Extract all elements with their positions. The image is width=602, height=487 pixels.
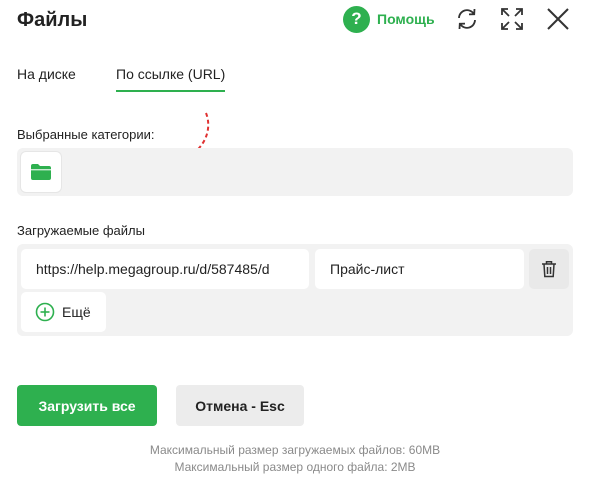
categories-box[interactable] [17,148,573,196]
refresh-icon [458,8,476,30]
tab-by-url[interactable]: По ссылке (URL) [116,66,226,92]
delete-file-button[interactable] [529,249,569,289]
tab-on-disk[interactable]: На диске [17,66,76,92]
add-more-button[interactable]: Ещё [21,292,106,332]
upload-all-button[interactable]: Загрузить все [17,385,157,426]
cancel-button[interactable]: Отмена - Esc [176,385,304,426]
close-button[interactable] [544,5,572,33]
help-icon: ? [343,5,370,33]
dialog-content: Выбранные категории: Загружаемые файлы h… [0,92,602,487]
files-box: Ещё [17,244,573,336]
file-name-input[interactable] [315,249,524,289]
plus-circle-icon [35,302,55,322]
single-file-limit: Максимальный размер одного файла: 2MB [174,460,416,474]
file-url-input[interactable] [21,249,309,289]
select-category-button[interactable] [21,152,61,192]
files-label: Загружаемые файлы [17,223,145,238]
fullscreen-button[interactable] [498,5,526,33]
fullscreen-icon [501,8,523,30]
refresh-button[interactable] [453,5,481,33]
upload-limits: Максимальный размер загружаемых файлов: … [0,442,590,476]
dialog-title: Файлы [17,9,88,31]
close-icon [547,8,569,30]
categories-label: Выбранные категории: [17,127,155,142]
add-more-label: Ещё [62,304,91,320]
help-label: Помощь [377,11,435,27]
tab-bar: На диске По ссылке (URL) [0,62,602,92]
trash-icon [542,261,556,278]
total-size-limit: Максимальный размер загружаемых файлов: … [149,443,441,457]
dialog-header: Файлы ? Помощь На диске По ссылке (URL) [0,0,602,92]
folder-icon [31,164,51,180]
help-button[interactable]: ? Помощь [343,5,435,33]
